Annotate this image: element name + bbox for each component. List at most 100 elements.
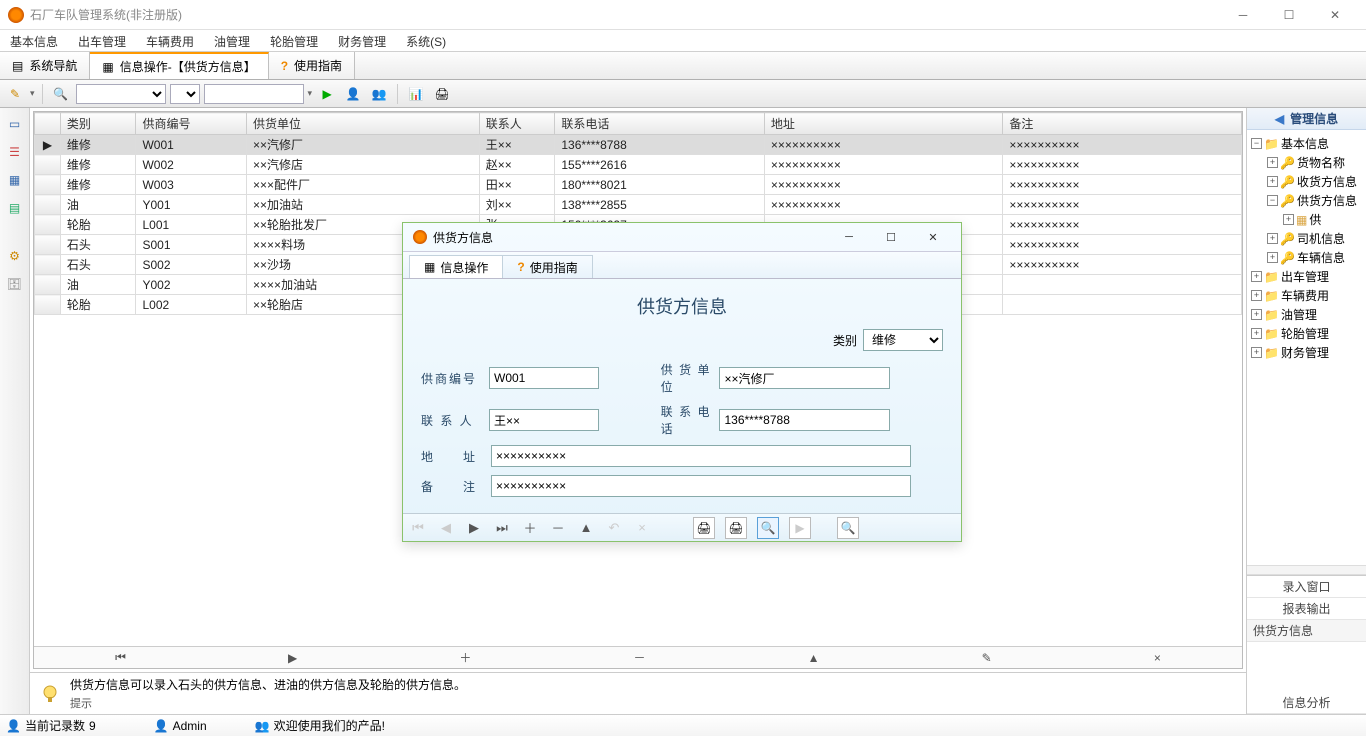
edit-button[interactable]: ✎ (4, 83, 26, 105)
last-icon[interactable]: ⏭ (493, 520, 511, 536)
filter-button[interactable]: 👥 (368, 83, 390, 105)
table-row[interactable]: 油Y001××加油站刘××138****2855××××××××××××××××… (35, 195, 1242, 215)
phone-input[interactable] (719, 409, 890, 431)
menu-item[interactable]: 油管理 (204, 30, 260, 51)
gridnav-btn[interactable]: ＋ (459, 649, 471, 666)
sb-window-icon[interactable]: ▭ (5, 114, 25, 134)
dialog-navrow: ⏮ ◀ ▶ ⏭ ＋ － ▲ ↶ × 🖨 🖨 🔍 ▶ 🔍 (403, 513, 961, 541)
left-sidebar: ▭ ☰ ▦ ▤ ⚙ 🗄 (0, 108, 30, 714)
col-header[interactable]: 联系电话 (555, 113, 764, 135)
print-icon[interactable]: 🖨 (693, 517, 715, 539)
play-icon[interactable]: ▶ (789, 517, 811, 539)
tree-node[interactable]: +📁轮胎管理 (1251, 324, 1362, 343)
gridnav-btn[interactable]: × (1154, 651, 1161, 665)
tabbar: ▤ 系统导航 ▦ 信息操作-【供货方信息】 ? 使用指南 (0, 52, 1366, 80)
code-input[interactable] (489, 367, 599, 389)
tree-node[interactable]: +🔑司机信息 (1267, 229, 1362, 248)
gridnav-btn[interactable]: ✎ (982, 651, 992, 665)
sb-sheet-icon[interactable]: ▤ (5, 198, 25, 218)
cancel-icon[interactable]: × (633, 520, 651, 535)
tree-node[interactable]: +📁财务管理 (1251, 343, 1362, 362)
footer-supplier-info[interactable]: 供货方信息 (1247, 620, 1366, 642)
tree-node[interactable]: +🔑货物名称 (1267, 153, 1362, 172)
dialog-maximize[interactable]: ☐ (873, 226, 909, 248)
menu-item[interactable]: 轮胎管理 (260, 30, 328, 51)
menu-item[interactable]: 财务管理 (328, 30, 396, 51)
table-row[interactable]: ▶维修W001××汽修厂王××136****8788××××××××××××××… (35, 135, 1242, 155)
menu-item[interactable]: 出车管理 (68, 30, 136, 51)
footer-report[interactable]: 报表输出 (1247, 598, 1366, 620)
export-button[interactable]: 📊 (405, 83, 427, 105)
tree-node[interactable]: −📁基本信息 (1251, 134, 1362, 153)
back-icon[interactable]: ◀ (1275, 112, 1284, 126)
col-header[interactable]: 备注 (1003, 113, 1242, 135)
col-header[interactable]: 供商编号 (136, 113, 247, 135)
grid-navigator[interactable]: ⏮ ▶ ＋ － ▲ ✎ × (34, 646, 1242, 668)
sb-db-icon[interactable]: 🗄 (5, 274, 25, 294)
run-button[interactable]: ▶ (316, 83, 338, 105)
contact-input[interactable] (489, 409, 599, 431)
gridnav-btn[interactable]: ▶ (288, 651, 297, 665)
first-icon[interactable]: ⏮ (409, 520, 427, 536)
gridnav-btn[interactable]: ⏮ (115, 650, 126, 665)
dialog-tab-help[interactable]: ? 使用指南 (502, 255, 592, 278)
unit-input[interactable] (719, 367, 890, 389)
tree-view[interactable]: −📁基本信息+🔑货物名称+🔑收货方信息−🔑供货方信息+▦供+🔑司机信息+🔑车辆信… (1247, 130, 1366, 565)
filter-1[interactable] (76, 84, 166, 104)
remove-icon[interactable]: － (549, 518, 567, 537)
tab-system-nav[interactable]: ▤ 系统导航 (0, 52, 90, 79)
search-icon[interactable]: 🔍 (837, 517, 859, 539)
tree-node[interactable]: +🔑车辆信息 (1267, 248, 1362, 267)
gridnav-btn[interactable]: － (634, 649, 646, 666)
menu-item[interactable]: 车辆费用 (136, 30, 204, 51)
minimize-button[interactable]: ─ (1220, 0, 1266, 30)
col-header[interactable]: 地址 (764, 113, 1003, 135)
col-header[interactable]: 类别 (60, 113, 136, 135)
print2-icon[interactable]: 🖨 (725, 517, 747, 539)
tree-node[interactable]: +🔑收货方信息 (1267, 172, 1362, 191)
cat-select[interactable]: 维修 (863, 329, 943, 351)
tree-node[interactable]: +▦供 (1283, 210, 1362, 229)
find-button[interactable]: 👤 (342, 83, 364, 105)
search-button[interactable]: 🔍 (50, 83, 72, 105)
addr-input[interactable] (491, 445, 911, 467)
tree-node[interactable]: +📁油管理 (1251, 305, 1362, 324)
dialog-tab-info[interactable]: ▦ 信息操作 (409, 255, 503, 278)
window-title: 石厂车队管理系统(非注册版) (30, 6, 1220, 23)
filter-2[interactable] (170, 84, 200, 104)
dialog-close[interactable]: ✕ (915, 226, 951, 248)
sb-list-icon[interactable]: ☰ (5, 142, 25, 162)
close-button[interactable]: ✕ (1312, 0, 1358, 30)
search-input[interactable] (204, 84, 304, 104)
prev-icon[interactable]: ◀ (437, 520, 455, 536)
note-input[interactable] (491, 475, 911, 497)
print-button[interactable]: 🖨 (431, 83, 453, 105)
tree-node[interactable]: +📁出车管理 (1251, 267, 1362, 286)
maximize-button[interactable]: ☐ (1266, 0, 1312, 30)
tree-node[interactable]: −🔑供货方信息 (1267, 191, 1362, 210)
sb-doc-icon[interactable]: ▦ (5, 170, 25, 190)
tree-node[interactable]: +📁车辆费用 (1251, 286, 1362, 305)
gridnav-btn[interactable]: ▲ (808, 651, 820, 665)
dialog-app-icon (413, 230, 427, 244)
tab-help[interactable]: ? 使用指南 (269, 52, 355, 79)
col-header[interactable]: 联系人 (479, 113, 555, 135)
dialog-titlebar[interactable]: 供货方信息 ─ ☐ ✕ (403, 223, 961, 251)
sb-gear-icon[interactable]: ⚙ (5, 246, 25, 266)
footer-entry-window[interactable]: 录入窗口 (1247, 576, 1366, 598)
preview-icon[interactable]: 🔍 (757, 517, 779, 539)
footer-analysis[interactable]: 信息分析 (1247, 692, 1366, 714)
edit-icon[interactable]: ▲ (577, 520, 595, 535)
menu-item[interactable]: 系统(S) (396, 30, 456, 51)
table-row[interactable]: 维修W003×××配件厂田××180****8021××××××××××××××… (35, 175, 1242, 195)
menu-item[interactable]: 基本信息 (0, 30, 68, 51)
table-row[interactable]: 维修W002××汽修店赵××155****2616×××××××××××××××… (35, 155, 1242, 175)
col-header[interactable]: 供货单位 (247, 113, 480, 135)
add-icon[interactable]: ＋ (521, 518, 539, 537)
next-icon[interactable]: ▶ (465, 520, 483, 536)
dialog-minimize[interactable]: ─ (831, 226, 867, 248)
right-panel-header: ◀ 管理信息 (1247, 108, 1366, 130)
tab-info-op[interactable]: ▦ 信息操作-【供货方信息】 (90, 52, 268, 79)
right-panel: ◀ 管理信息 −📁基本信息+🔑货物名称+🔑收货方信息−🔑供货方信息+▦供+🔑司机… (1246, 108, 1366, 714)
undo-icon[interactable]: ↶ (605, 520, 623, 536)
